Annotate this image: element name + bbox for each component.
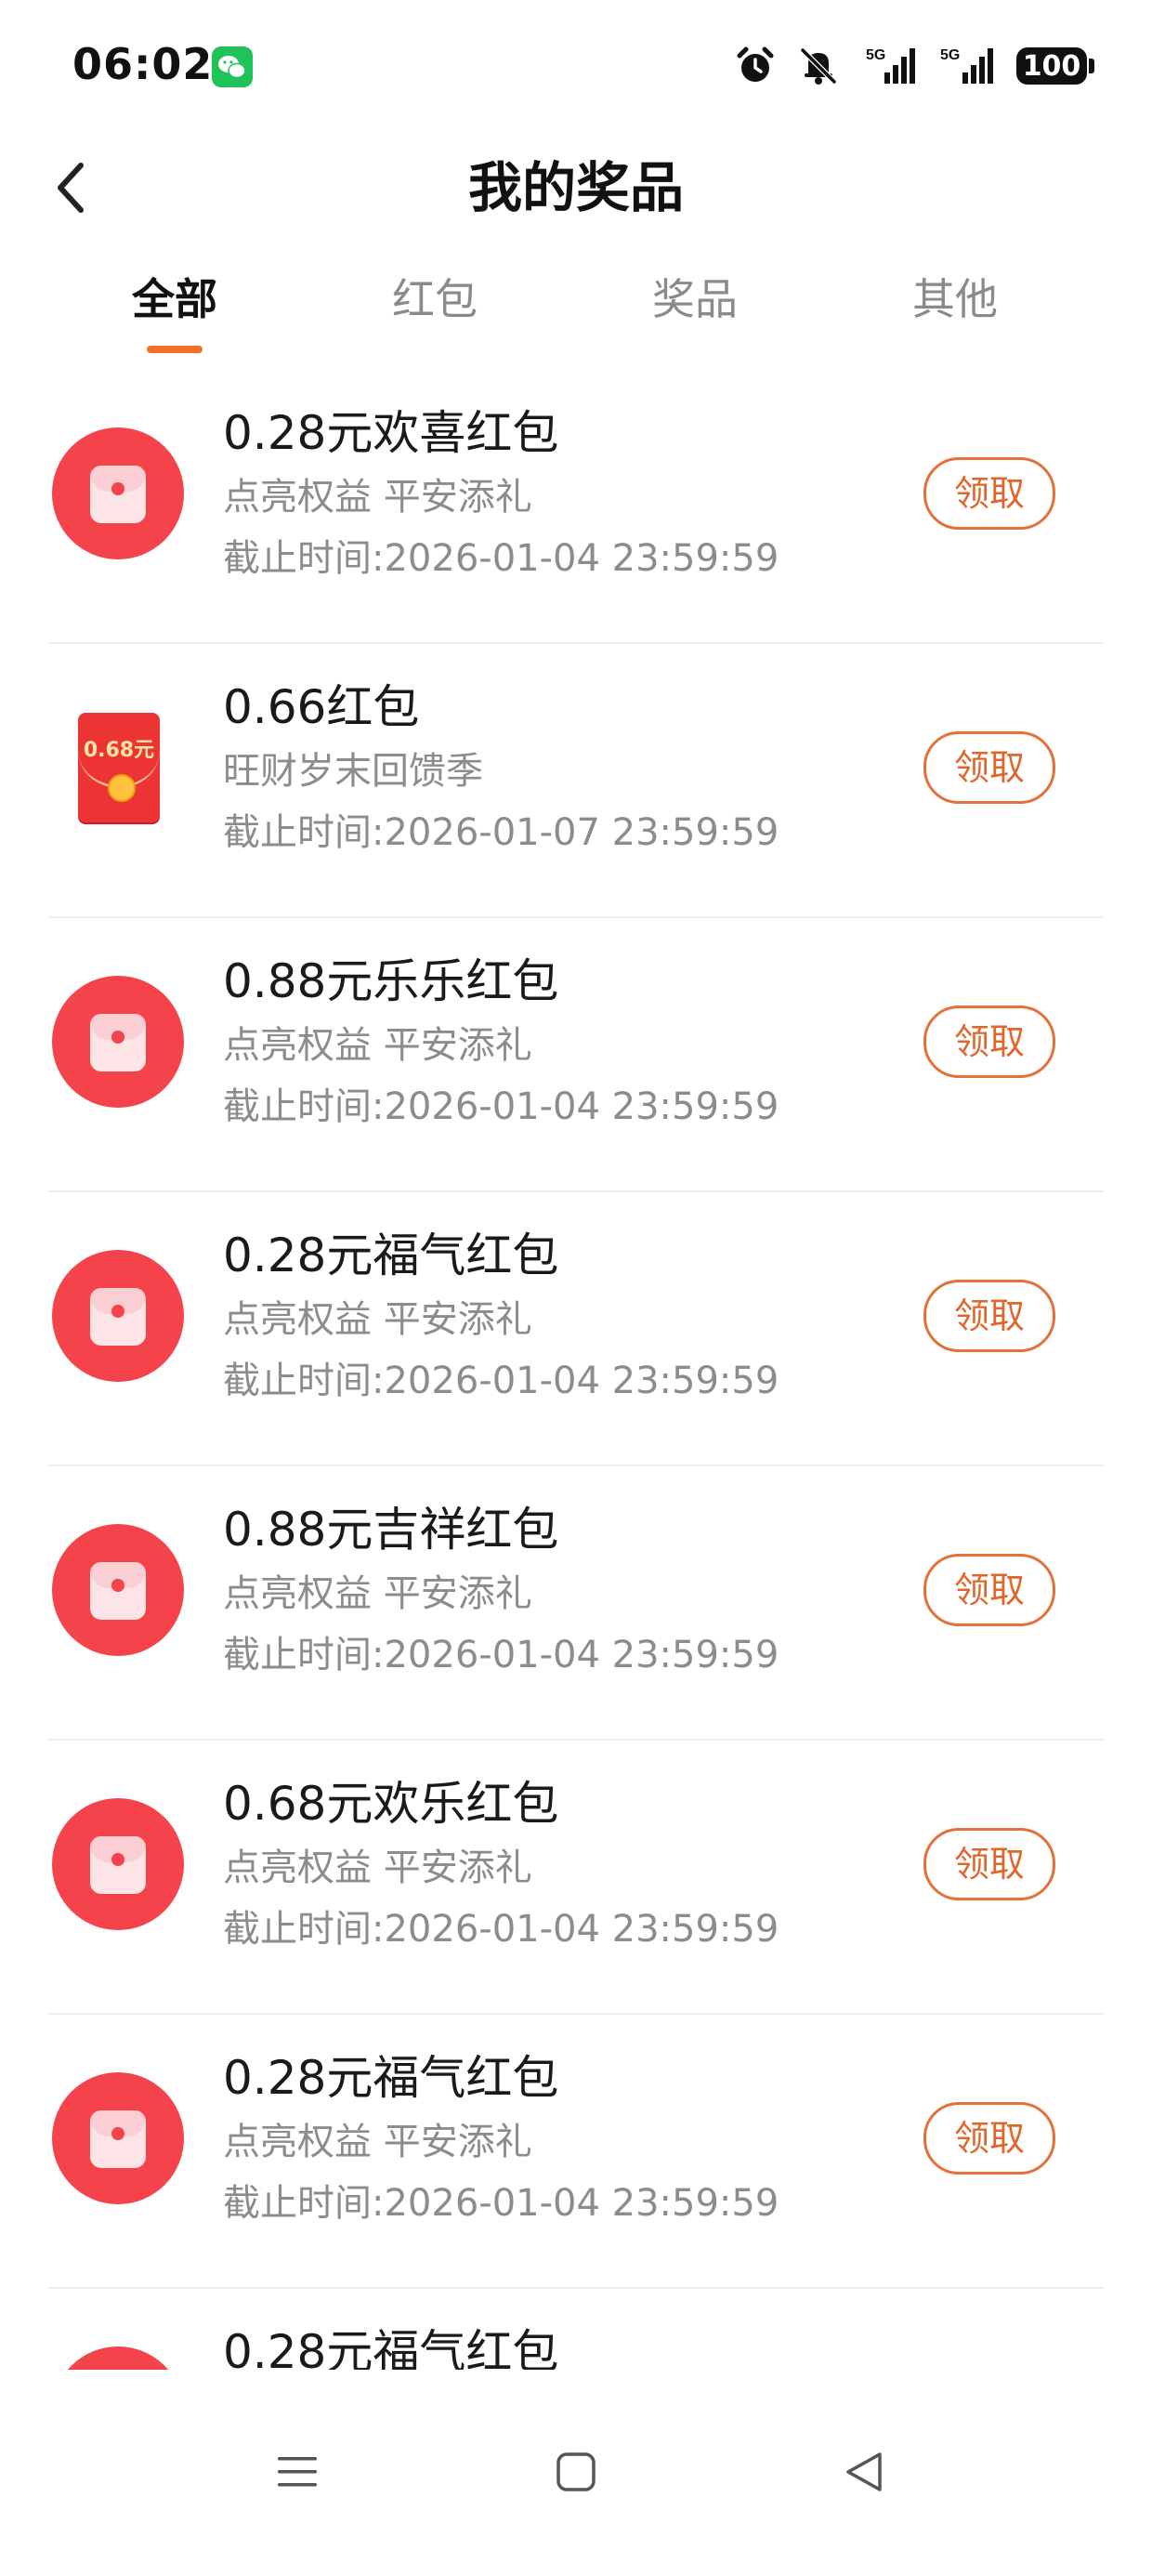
claim-button[interactable]: 领取 — [923, 1828, 1055, 1900]
tab-bar: 全部 红包 奖品 其他 — [0, 253, 1152, 364]
red-envelope-circle-icon — [52, 1524, 184, 1656]
list-item: 0.28元欢喜红包 点亮权益 平安添礼 截止时间:2026-01-04 23:5… — [48, 370, 1104, 644]
tab-active-indicator — [147, 346, 203, 353]
claim-button[interactable]: 领取 — [923, 731, 1055, 804]
item-subtitle: 点亮权益 平安添礼 — [223, 476, 532, 519]
item-deadline: 截止时间:2026-01-04 23:59:59 — [223, 1908, 779, 1951]
tab-label: 红包 — [392, 274, 478, 324]
item-subtitle: 旺财岁末回馈季 — [223, 750, 483, 793]
red-envelope-circle-icon — [52, 2346, 184, 2370]
red-envelope-circle-icon — [52, 2072, 184, 2204]
item-title: 0.88元吉祥红包 — [223, 1503, 559, 1557]
item-title: 0.28元福气红包 — [223, 1229, 559, 1282]
signal-5g-icon: 5G — [866, 47, 915, 84]
list-item: 0.88元吉祥红包 点亮权益 平安添礼 截止时间:2026-01-04 23:5… — [48, 1466, 1104, 1741]
red-envelope-circle-icon — [52, 1250, 184, 1382]
status-icons: 5G 5G 100 — [734, 43, 1094, 89]
system-nav-bar — [0, 2370, 1152, 2576]
claim-button[interactable]: 领取 — [923, 457, 1055, 530]
tab-prizes[interactable]: 奖品 — [565, 253, 825, 355]
item-title: 0.28元福气红包 — [223, 2051, 559, 2105]
list-item: 0.68元 0.66红包 旺财岁末回馈季 截止时间:2026-01-07 23:… — [48, 644, 1104, 918]
menu-icon — [278, 2457, 317, 2487]
claim-button[interactable]: 领取 — [923, 1280, 1055, 1352]
item-title: 0.68元欢乐红包 — [223, 1777, 559, 1831]
list-item: 0.28元福气红包 点亮权益 平安添礼 截止时间:2026-01-04 23:5… — [48, 2015, 1104, 2289]
tab-all[interactable]: 全部 — [45, 253, 305, 355]
page-title: 我的奖品 — [467, 156, 684, 219]
claim-button[interactable]: 领取 — [923, 1554, 1055, 1626]
item-title: 0.28元福气红包 — [223, 2325, 559, 2370]
list-item: 0.88元乐乐红包 点亮权益 平安添礼 截止时间:2026-01-04 23:5… — [48, 918, 1104, 1192]
list-item: 0.28元福气红包 — [48, 2289, 1104, 2370]
item-deadline: 截止时间:2026-01-04 23:59:59 — [223, 1634, 779, 1676]
alarm-icon — [737, 46, 774, 82]
item-deadline: 截止时间:2026-01-04 23:59:59 — [223, 2182, 779, 2225]
battery-icon: 100 — [1016, 47, 1094, 85]
header: 我的奖品 — [0, 130, 1152, 251]
red-envelope-circle-icon — [52, 1798, 184, 1930]
claim-button[interactable]: 领取 — [923, 2102, 1055, 2175]
wechat-icon — [212, 46, 253, 87]
item-subtitle: 点亮权益 平安添礼 — [223, 1847, 532, 1889]
item-subtitle: 点亮权益 平安添礼 — [223, 1024, 532, 1067]
prize-list: 0.28元欢喜红包 点亮权益 平安添礼 截止时间:2026-01-04 23:5… — [0, 370, 1152, 2370]
item-deadline: 截止时间:2026-01-04 23:59:59 — [223, 537, 779, 580]
home-button[interactable] — [530, 2425, 622, 2518]
item-title: 0.88元乐乐红包 — [223, 954, 559, 1008]
tab-label: 奖品 — [652, 274, 738, 324]
tab-label: 全部 — [132, 274, 217, 324]
item-deadline: 截止时间:2026-01-04 23:59:59 — [223, 1360, 779, 1402]
screen: 06:02 5G 5G 100 我的奖品 全部 红包 奖品 其他 0.28元欢喜… — [0, 0, 1152, 2576]
back-triangle-icon — [846, 2452, 882, 2491]
red-envelope-circle-icon — [52, 976, 184, 1108]
item-title: 0.66红包 — [223, 680, 420, 734]
back-nav-button[interactable] — [818, 2425, 910, 2518]
item-subtitle: 点亮权益 平安添礼 — [223, 1572, 532, 1615]
status-bar: 06:02 5G 5G 100 — [0, 0, 1152, 130]
item-deadline: 截止时间:2026-01-04 23:59:59 — [223, 1085, 779, 1128]
menu-button[interactable] — [251, 2425, 344, 2518]
red-envelope-circle-icon — [52, 427, 184, 559]
tab-label: 其他 — [912, 274, 998, 324]
svg-text:5G: 5G — [866, 47, 885, 63]
item-deadline: 截止时间:2026-01-07 23:59:59 — [223, 811, 779, 854]
svg-text:5G: 5G — [940, 47, 960, 63]
list-item: 0.28元福气红包 点亮权益 平安添礼 截止时间:2026-01-04 23:5… — [48, 1192, 1104, 1466]
claim-button[interactable]: 领取 — [923, 1005, 1055, 1078]
signal-5g-icon: 5G — [940, 47, 993, 84]
red-envelope-image-icon: 0.68元 — [52, 702, 184, 834]
tab-other[interactable]: 其他 — [825, 253, 1085, 355]
item-subtitle: 点亮权益 平安添礼 — [223, 2121, 532, 2163]
item-subtitle: 点亮权益 平安添礼 — [223, 1298, 532, 1341]
item-title: 0.28元欢喜红包 — [223, 406, 559, 460]
mute-bell-icon — [800, 47, 837, 85]
envelope-amount: 0.68元 — [83, 739, 155, 762]
home-square-icon — [556, 2452, 596, 2491]
status-time: 06:02 — [72, 39, 214, 89]
tab-red-packet[interactable]: 红包 — [305, 253, 565, 355]
list-item: 0.68元欢乐红包 点亮权益 平安添礼 截止时间:2026-01-04 23:5… — [48, 1741, 1104, 2015]
